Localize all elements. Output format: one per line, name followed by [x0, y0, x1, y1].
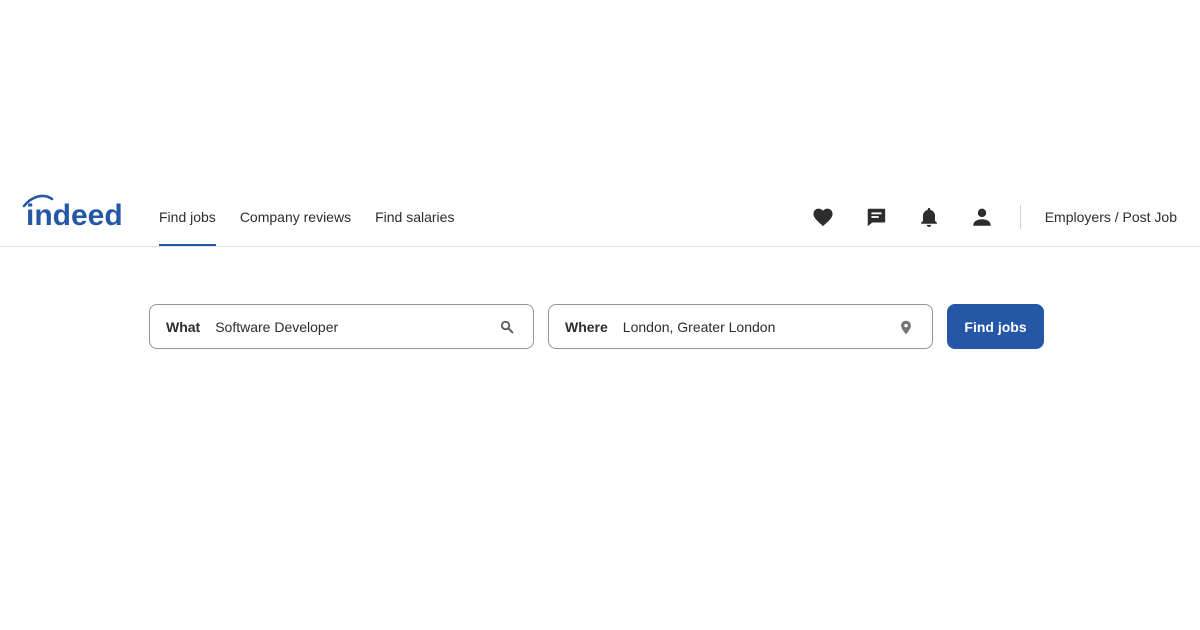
- where-label: Where: [565, 318, 608, 335]
- what-input[interactable]: [215, 318, 476, 335]
- header-actions: Employers / Post Job: [809, 188, 1177, 246]
- main-nav: Find jobs Company reviews Find salaries: [159, 188, 478, 247]
- where-input[interactable]: [622, 318, 883, 335]
- page: indeed Find jobs Company reviews Find sa…: [0, 0, 1200, 630]
- nav-find-jobs[interactable]: Find jobs: [159, 188, 216, 246]
- indeed-logo-mark: indeed: [22, 194, 123, 230]
- job-search-form: What Where Find jobs: [149, 304, 1044, 349]
- where-field[interactable]: Where: [548, 304, 933, 349]
- bell-icon[interactable]: [915, 203, 943, 231]
- nav-find-salaries[interactable]: Find salaries: [375, 188, 454, 246]
- what-field[interactable]: What: [149, 304, 534, 349]
- employers-post-job-link[interactable]: Employers / Post Job: [1045, 209, 1177, 225]
- what-label: What: [166, 318, 201, 335]
- header-divider: [1019, 205, 1021, 229]
- indeed-logo[interactable]: indeed: [22, 190, 138, 230]
- nav-company-reviews[interactable]: Company reviews: [240, 188, 351, 246]
- messages-icon[interactable]: [862, 203, 890, 231]
- find-jobs-button[interactable]: Find jobs: [947, 304, 1044, 349]
- search-icon[interactable]: [499, 319, 515, 335]
- account-icon[interactable]: [968, 203, 996, 231]
- location-pin-icon[interactable]: [898, 319, 914, 335]
- heart-icon[interactable]: [809, 203, 837, 231]
- site-header: indeed Find jobs Company reviews Find sa…: [0, 188, 1200, 247]
- logo-text: indeed: [26, 199, 123, 230]
